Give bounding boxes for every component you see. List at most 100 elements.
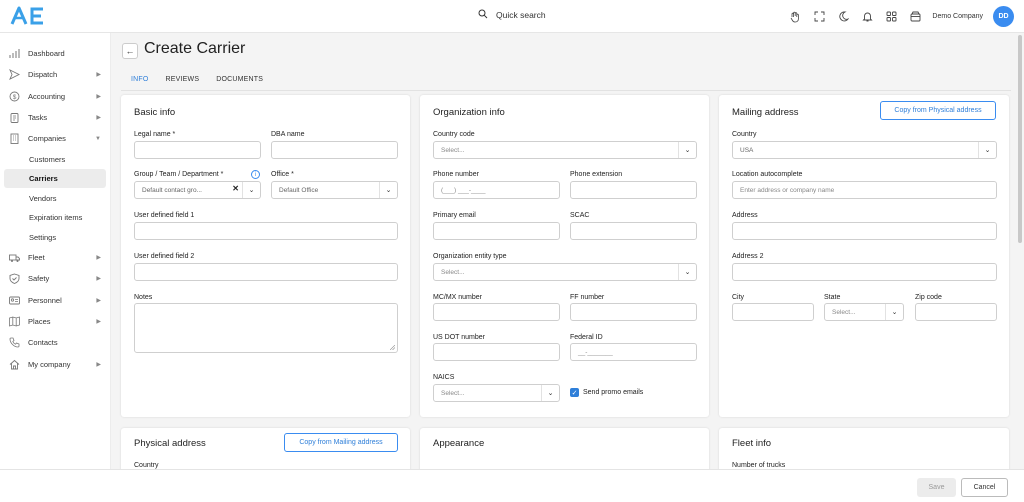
sidebar-item-fleet[interactable]: Fleet ▶ — [0, 247, 110, 268]
chevron-down-icon[interactable]: ⌄ — [678, 142, 696, 158]
fleet-info-card: Fleet info Number of trucks — [719, 428, 1009, 469]
city-input[interactable] — [732, 303, 814, 321]
chevron-down-icon[interactable]: ⌄ — [379, 182, 397, 198]
wallet-icon[interactable] — [908, 10, 922, 24]
back-button[interactable]: ← — [122, 43, 138, 59]
legal-name-input[interactable] — [134, 141, 261, 159]
hand-icon[interactable] — [788, 10, 802, 24]
scrollbar[interactable] — [1016, 33, 1024, 469]
sidebar-item-contacts[interactable]: Contacts — [0, 332, 110, 353]
sidebar-item-places[interactable]: Places ▶ — [0, 311, 110, 332]
physical-address-card: Physical address Copy from Mailing addre… — [121, 428, 410, 469]
city-label: City — [732, 294, 745, 301]
fullscreen-icon[interactable] — [812, 10, 826, 24]
grid-icon[interactable] — [884, 10, 898, 24]
sidebar-subitem-customers[interactable]: Customers — [0, 149, 110, 169]
country-code-select[interactable]: Select... ⌄ — [433, 141, 697, 159]
federal-id-mask: __-_______ — [578, 348, 613, 356]
udf2-label: User defined field 2 — [134, 253, 195, 260]
card-title: Organization info — [433, 107, 505, 118]
app-logo[interactable] — [10, 6, 46, 26]
chevron-right-icon: ▶ — [96, 115, 101, 122]
card-title: Basic info — [134, 107, 176, 118]
address-input[interactable] — [732, 222, 997, 240]
chevron-down-icon[interactable]: ⌄ — [978, 142, 996, 158]
bell-icon[interactable] — [860, 10, 874, 24]
entity-type-select[interactable]: Select... ⌄ — [433, 263, 697, 281]
chevron-right-icon: ▶ — [96, 72, 101, 79]
tab-info[interactable]: INFO — [121, 73, 156, 91]
chevron-right-icon: ▶ — [96, 93, 101, 100]
sidebar-item-accounting[interactable]: $ Accounting ▶ — [0, 86, 110, 107]
scac-input[interactable] — [570, 222, 697, 240]
primary-email-input[interactable] — [433, 222, 560, 240]
cancel-button[interactable]: Cancel — [961, 478, 1008, 497]
chevron-right-icon: ▶ — [96, 276, 101, 283]
search-label: Quick search — [496, 10, 546, 20]
sidebar-item-label: Accounting — [28, 91, 66, 101]
udf2-input[interactable] — [134, 263, 398, 281]
group-select[interactable]: Default contact gro... ✕ ⌄ — [134, 181, 261, 199]
sidebar-subitem-vendors[interactable]: Vendors — [0, 188, 110, 208]
sidebar-item-dashboard[interactable]: Dashboard — [0, 43, 110, 64]
mcmx-input[interactable] — [433, 303, 560, 321]
chevron-down-icon[interactable]: ⌄ — [678, 264, 696, 280]
chevron-down-icon[interactable]: ⌄ — [885, 304, 903, 320]
tab-documents[interactable]: DOCUMENTS — [206, 73, 270, 91]
company-name[interactable]: Demo Company — [932, 13, 983, 20]
id-card-icon — [9, 295, 20, 306]
sidebar-item-my-company[interactable]: My company ▶ — [0, 353, 110, 374]
naics-select[interactable]: Select... ⌄ — [433, 384, 560, 402]
footer-bar: Save Cancel — [0, 469, 1024, 502]
phone-input[interactable]: (___) ___-____ — [433, 181, 560, 199]
info-icon[interactable]: i — [251, 170, 260, 179]
save-button[interactable]: Save — [917, 478, 956, 497]
sidebar-subitem-expiration-items[interactable]: Expiration items — [0, 208, 110, 228]
notes-textarea[interactable] — [134, 303, 398, 353]
country-label: Country — [732, 131, 757, 138]
resize-handle-icon[interactable] — [390, 345, 395, 350]
sidebar-item-companies[interactable]: Companies ▼ — [0, 128, 110, 149]
country-value: USA — [740, 146, 754, 154]
chevron-down-icon[interactable]: ⌄ — [541, 385, 559, 401]
clipboard-icon — [9, 112, 20, 123]
sidebar-item-dispatch[interactable]: Dispatch ▶ — [0, 64, 110, 85]
state-select[interactable]: Select... ⌄ — [824, 303, 904, 321]
country-code-label: Country code — [433, 131, 475, 138]
chevron-down-icon[interactable]: ⌄ — [242, 182, 260, 198]
dba-name-input[interactable] — [271, 141, 398, 159]
office-select[interactable]: Default Office ⌄ — [271, 181, 398, 199]
ff-input[interactable] — [570, 303, 697, 321]
send-promo-checkbox[interactable]: ✓ — [570, 388, 579, 397]
sidebar-subitem-carriers[interactable]: Carriers — [4, 168, 106, 189]
tab-reviews[interactable]: REVIEWS — [156, 73, 207, 91]
usdot-input[interactable] — [433, 343, 560, 361]
zip-code-input[interactable] — [915, 303, 997, 321]
close-icon[interactable]: ✕ — [232, 184, 239, 193]
copy-from-physical-button[interactable]: Copy from Physical address — [880, 101, 996, 120]
location-autocomplete-input[interactable]: Enter address or company name — [732, 181, 997, 199]
udf1-input[interactable] — [134, 222, 398, 240]
sidebar-item-safety[interactable]: Safety ▶ — [0, 268, 110, 289]
ff-label: FF number — [570, 294, 605, 301]
phone-extension-input[interactable] — [570, 181, 697, 199]
primary-email-label: Primary email — [433, 212, 476, 219]
sidebar-item-label: Companies — [28, 134, 66, 144]
naics-placeholder: Select... — [441, 389, 465, 397]
chevron-down-icon: ▼ — [95, 135, 101, 142]
country-select[interactable]: USA ⌄ — [732, 141, 997, 159]
sidebar-item-label: Fleet — [28, 253, 45, 263]
scrollbar-thumb[interactable] — [1018, 35, 1022, 243]
sidebar-item-personnel[interactable]: Personnel ▶ — [0, 290, 110, 311]
sidebar-subitem-settings[interactable]: Settings — [0, 227, 110, 247]
quick-search[interactable]: Quick search — [478, 9, 546, 21]
moon-icon[interactable] — [836, 10, 850, 24]
copy-from-mailing-button[interactable]: Copy from Mailing address — [284, 433, 398, 452]
address2-input[interactable] — [732, 263, 997, 281]
federal-id-input[interactable]: __-_______ — [570, 343, 697, 361]
sidebar-item-label: My company — [28, 359, 71, 369]
sidebar-item-tasks[interactable]: Tasks ▶ — [0, 107, 110, 128]
avatar[interactable]: DD — [993, 6, 1014, 27]
card-title: Appearance — [433, 438, 485, 449]
chart-icon — [9, 48, 20, 59]
